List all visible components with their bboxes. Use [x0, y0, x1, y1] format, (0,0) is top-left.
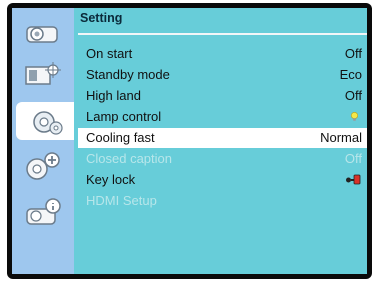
- menu-item-label: On start: [86, 46, 133, 61]
- menu-item-lamp-control[interactable]: Lamp control: [78, 107, 367, 127]
- menu-item-label: Cooling fast: [86, 130, 155, 145]
- tab-projector[interactable]: [16, 14, 70, 52]
- menu-item-label: HDMI Setup: [86, 193, 157, 208]
- menu-item-closed-caption: Closed caption Off: [78, 149, 367, 169]
- menu-item-value: Normal: [320, 130, 362, 145]
- menu-item-label: Key lock: [86, 172, 136, 187]
- title-divider: [78, 33, 367, 35]
- tab-image-adjust[interactable]: [16, 56, 70, 94]
- menu-item-label: High land: [86, 88, 141, 103]
- menu-item-key-lock[interactable]: Key lock: [78, 170, 367, 190]
- projector-icon: [26, 26, 58, 43]
- key-lock-icon: [346, 174, 361, 185]
- menu-item-standby-mode[interactable]: Standby mode Eco: [78, 65, 367, 85]
- image-adjust-icon: [25, 62, 61, 85]
- menu-item-label: Closed caption: [86, 151, 172, 166]
- menu-item-value: Eco: [339, 67, 362, 82]
- menu-sidebar: [12, 8, 78, 274]
- expanded-settings-icon: [26, 152, 60, 180]
- menu-item-value: Off: [344, 46, 362, 61]
- settings-gear-icon: [33, 111, 63, 135]
- menu-item-label: Lamp control: [86, 109, 162, 124]
- bulb-icon: [351, 112, 358, 121]
- tab-setting[interactable]: [16, 102, 78, 140]
- menu-item-value: Off: [344, 88, 362, 103]
- tab-expanded[interactable]: [16, 148, 70, 186]
- menu-item-label: Standby mode: [86, 67, 170, 82]
- info-icon: [26, 198, 61, 225]
- menu-item-cooling-fast[interactable]: Cooling fast Normal: [78, 128, 367, 148]
- menu-item-high-land[interactable]: High land Off: [78, 86, 367, 106]
- menu-item-on-start[interactable]: On start Off: [78, 44, 367, 64]
- menu-item-hdmi-setup: HDMI Setup: [78, 191, 367, 211]
- tab-info[interactable]: [16, 194, 70, 232]
- menu-item-value: Off: [344, 151, 362, 166]
- page-title: Setting: [80, 11, 123, 25]
